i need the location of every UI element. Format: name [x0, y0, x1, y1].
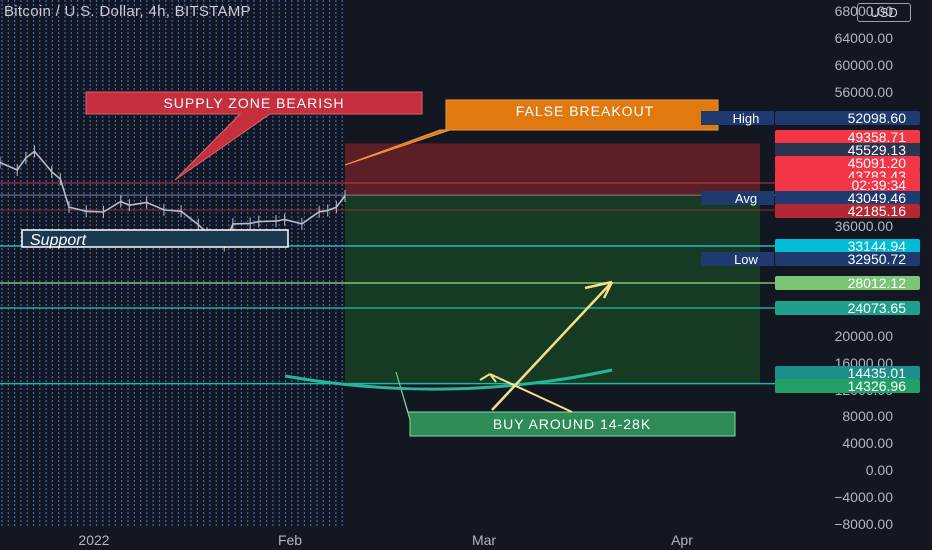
- symbol-title: Bitcoin / U.S. Dollar, 4h, BITSTAMP: [4, 3, 251, 20]
- x-tick-label: Apr: [671, 532, 693, 548]
- y-tick-label: −4000.00: [834, 489, 893, 505]
- y-tick-label: −8000.00: [834, 516, 893, 532]
- vertical-grid: [1, 0, 343, 528]
- price-tag-label: Low: [734, 252, 758, 267]
- y-tick-label: 8000.00: [842, 408, 893, 424]
- time-axis[interactable]: 2022 Feb Mar Apr: [0, 530, 932, 550]
- y-tick-label: 20000.00: [835, 328, 894, 344]
- price-tag-label: Avg: [735, 191, 757, 206]
- false-breakout-label: FALSE BREAKOUT: [516, 103, 654, 119]
- target-zone-box: [345, 195, 760, 384]
- price-chart[interactable]: SUPPLY ZONE BEARISH FALSE BREAKOUT Support…: [0, 0, 932, 550]
- price-label: 42185.16: [848, 203, 907, 219]
- y-tick-label: 60000.00: [835, 57, 894, 73]
- y-tick-label: 4000.00: [842, 435, 893, 451]
- supply-zone-box: [345, 143, 760, 196]
- buy-zone-label: BUY AROUND 14-28K: [493, 416, 651, 432]
- supply-zone-label: SUPPLY ZONE BEARISH: [163, 95, 344, 111]
- x-tick-label: Feb: [278, 532, 302, 548]
- x-tick-label: 2022: [78, 532, 109, 548]
- support-label: Support: [30, 232, 87, 249]
- y-tick-label: 64000.00: [835, 30, 894, 46]
- price-label: 52098.60: [848, 110, 907, 126]
- price-label: 32950.72: [848, 251, 907, 267]
- currency-button[interactable]: USD: [857, 3, 911, 22]
- time-axis-bg: [0, 530, 932, 550]
- x-tick-label: Mar: [472, 532, 496, 548]
- y-tick-label: 36000.00: [835, 218, 894, 234]
- y-tick-label: 0.00: [866, 462, 893, 478]
- y-tick-label: 56000.00: [835, 84, 894, 100]
- price-axis[interactable]: 68000.0064000.0060000.0056000.0036000.00…: [701, 0, 932, 532]
- price-tag-label: High: [733, 111, 760, 126]
- price-label: 24073.65: [848, 300, 907, 316]
- price-label: 28012.12: [848, 275, 907, 291]
- price-label: 14326.96: [848, 378, 907, 394]
